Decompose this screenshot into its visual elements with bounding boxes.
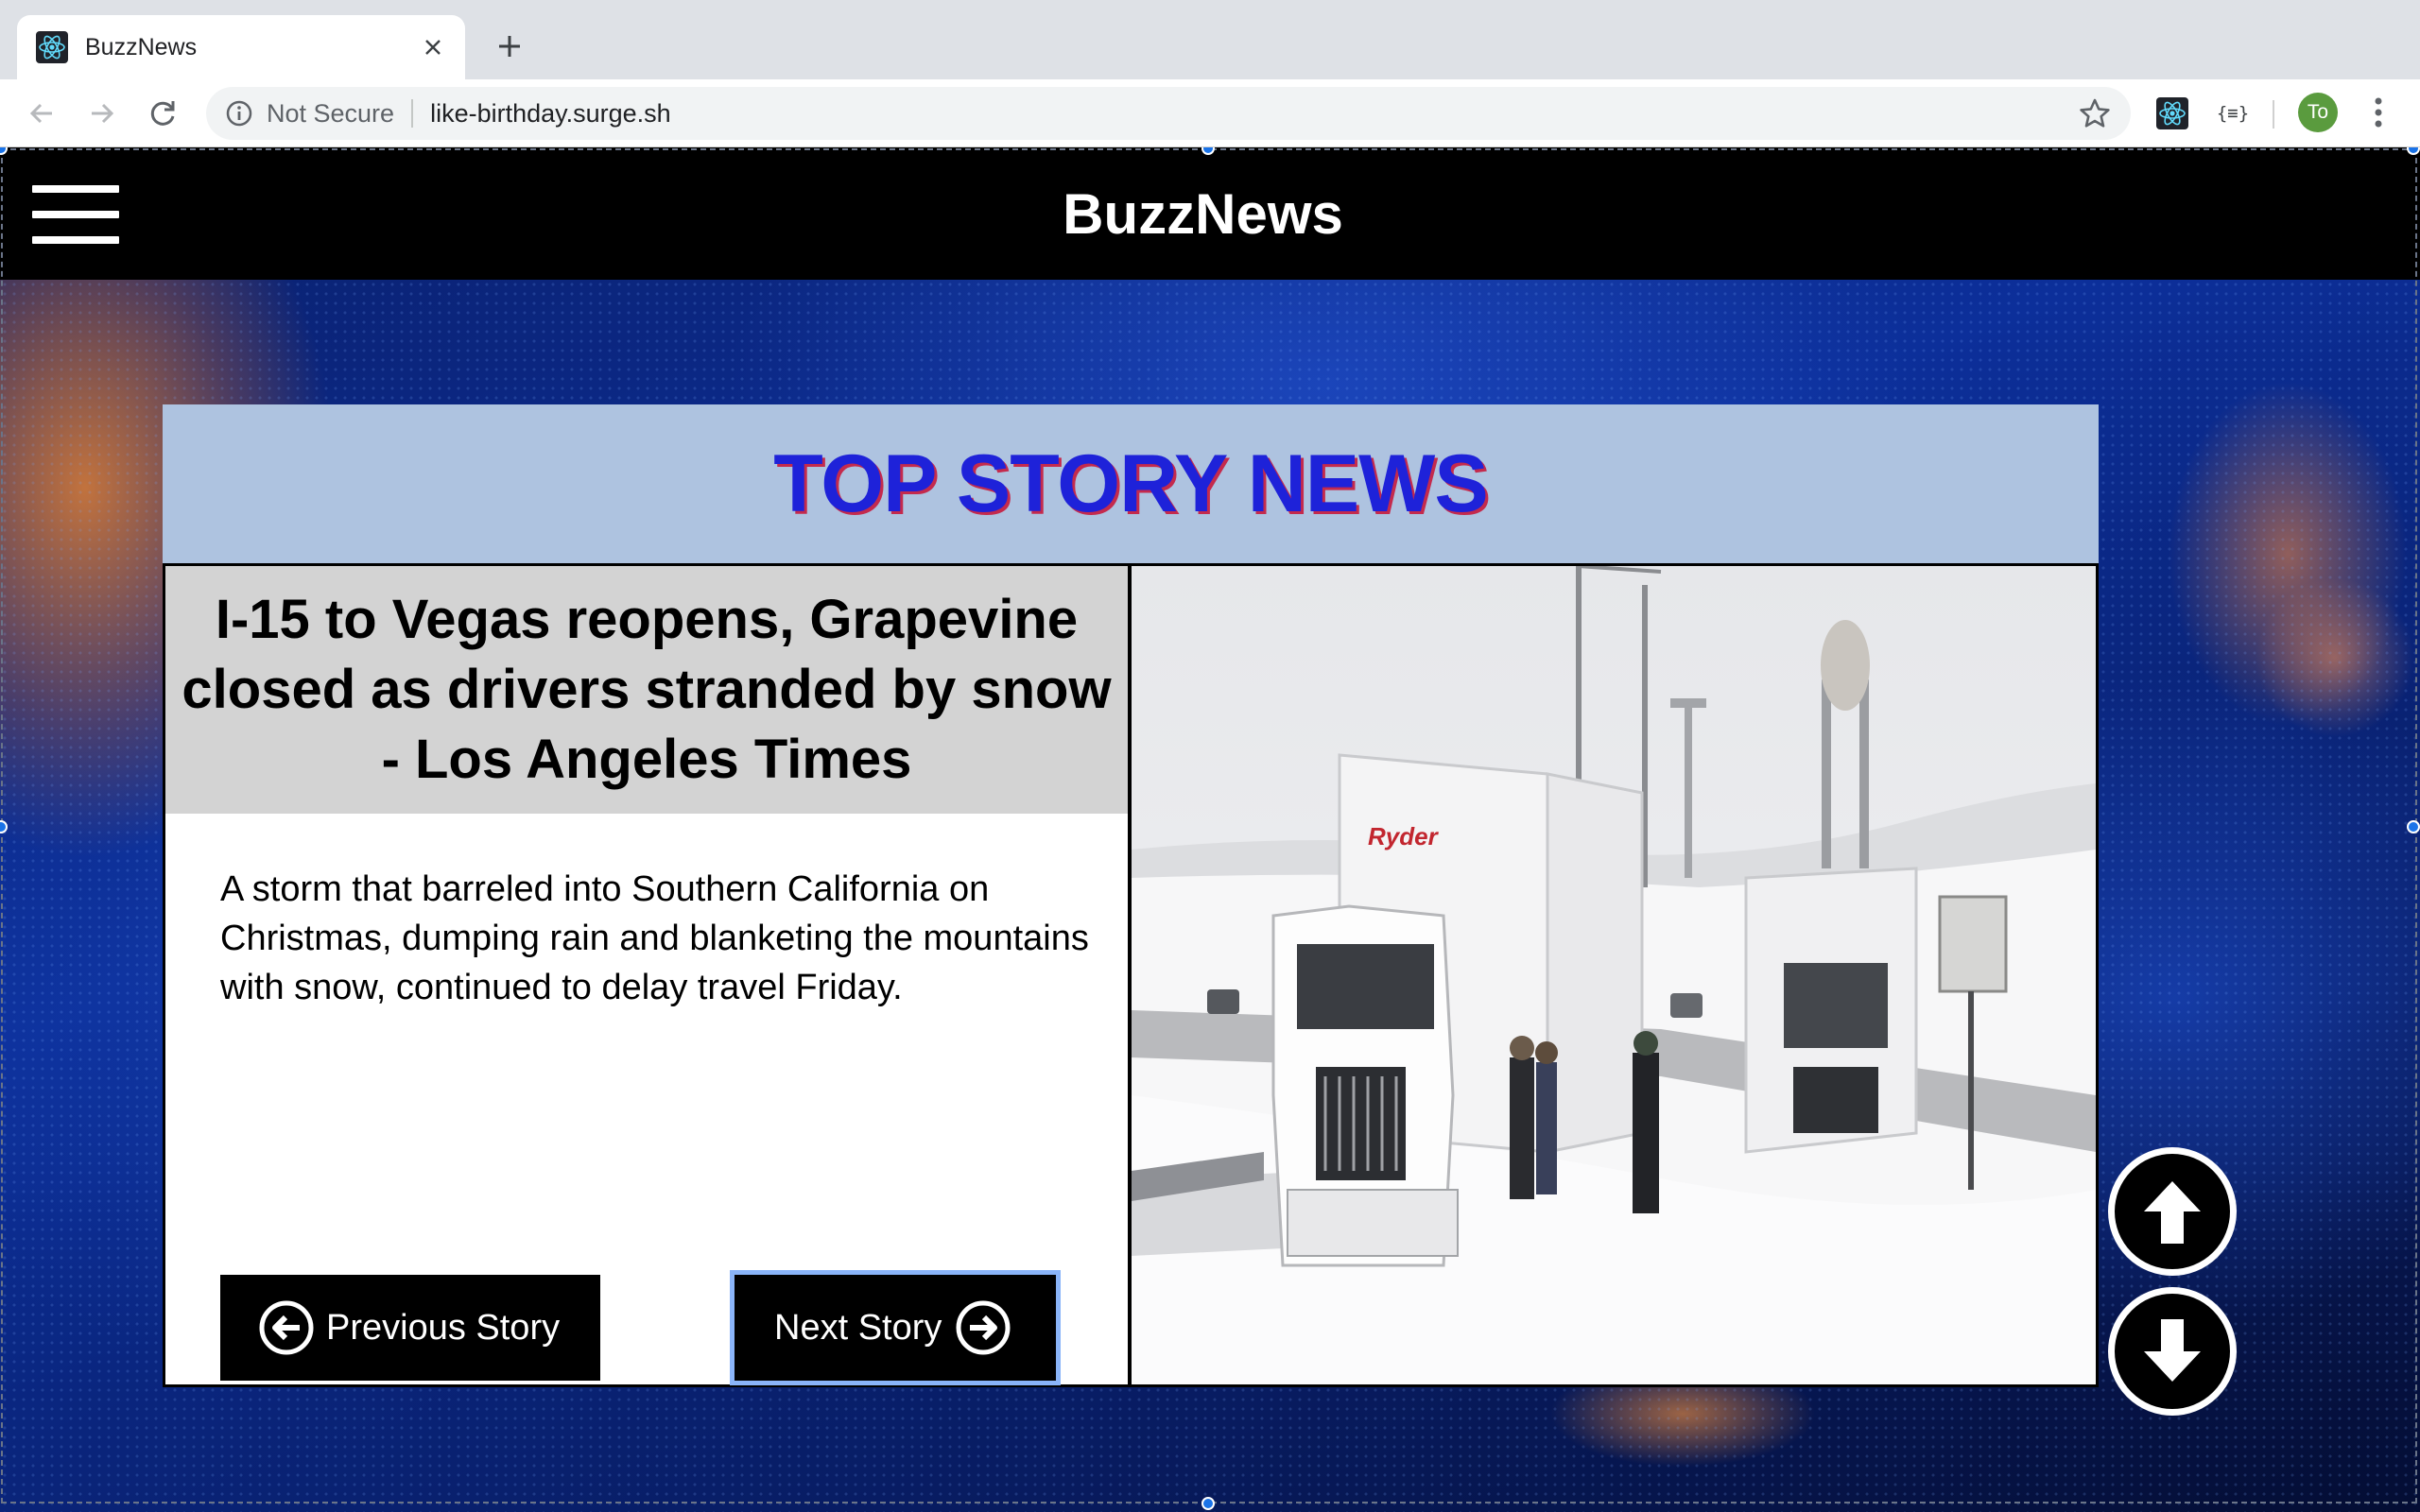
- plus-icon[interactable]: [488, 25, 531, 68]
- story-text-panel: I-15 to Vegas reopens, Grapevine closed …: [163, 563, 1131, 1387]
- url-text[interactable]: like-birthday.surge.sh: [430, 99, 2078, 129]
- close-icon[interactable]: [418, 32, 448, 62]
- omnibox-divider: [411, 99, 414, 128]
- section-title: TOP STORY NEWS: [773, 438, 1488, 529]
- reload-icon[interactable]: [144, 94, 182, 132]
- site-header: BuzzNews: [0, 147, 2420, 280]
- toolbar-divider: [2273, 100, 2274, 129]
- story-headline[interactable]: I-15 to Vegas reopens, Grapevine closed …: [179, 585, 1115, 795]
- arrow-down-icon: [2144, 1319, 2201, 1382]
- section-header: TOP STORY NEWS: [163, 404, 2099, 563]
- browser-tab-strip: BuzzNews: [0, 0, 2420, 79]
- snow-trucks-photo: Ryder: [1132, 566, 2096, 1384]
- address-bar[interactable]: Not Secure like-birthday.surge.sh: [206, 87, 2131, 140]
- scroll-down-button[interactable]: [2108, 1287, 2237, 1416]
- truck-logo-text: Ryder: [1368, 822, 1440, 850]
- story-summary: A storm that barreled into Southern Cali…: [220, 869, 1089, 1007]
- profile-avatar[interactable]: To: [2298, 93, 2338, 132]
- scroll-up-button[interactable]: [2108, 1147, 2237, 1276]
- page-viewport: BuzzNews TOP STORY NEWS I-15 to Vegas re…: [0, 147, 2420, 1512]
- next-story-button[interactable]: Next Story: [730, 1270, 1061, 1385]
- selection-handle[interactable]: [2407, 820, 2420, 833]
- star-icon[interactable]: [2078, 96, 2112, 130]
- security-label[interactable]: Not Secure: [267, 99, 394, 129]
- selection-handle[interactable]: [1201, 1497, 1215, 1510]
- tab-title: BuzzNews: [85, 33, 198, 60]
- react-extension-icon[interactable]: [2152, 93, 2193, 134]
- arrow-left-circle-icon: [259, 1300, 314, 1355]
- back-arrow-icon[interactable]: [23, 94, 60, 132]
- next-story-label: Next Story: [774, 1307, 942, 1348]
- site-brand[interactable]: BuzzNews: [0, 147, 2406, 280]
- arrow-right-circle-icon: [956, 1300, 1011, 1355]
- top-story-card: TOP STORY NEWS I-15 to Vegas reopens, Gr…: [163, 404, 2099, 1512]
- headline-box: I-15 to Vegas reopens, Grapevine closed …: [165, 566, 1128, 814]
- browser-tab[interactable]: BuzzNews: [17, 15, 465, 79]
- json-extension-icon[interactable]: {≡}: [2212, 93, 2254, 134]
- story-image[interactable]: Ryder: [1129, 563, 2099, 1387]
- previous-story-label: Previous Story: [326, 1307, 561, 1348]
- arrow-up-icon: [2144, 1181, 2201, 1244]
- info-icon[interactable]: [225, 99, 253, 128]
- react-favicon-icon: [36, 31, 68, 63]
- more-vert-icon[interactable]: [2363, 93, 2394, 132]
- forward-arrow-icon[interactable]: [83, 94, 121, 132]
- previous-story-button[interactable]: Previous Story: [220, 1275, 600, 1381]
- browser-toolbar: Not Secure like-birthday.surge.sh {≡}: [0, 79, 2420, 147]
